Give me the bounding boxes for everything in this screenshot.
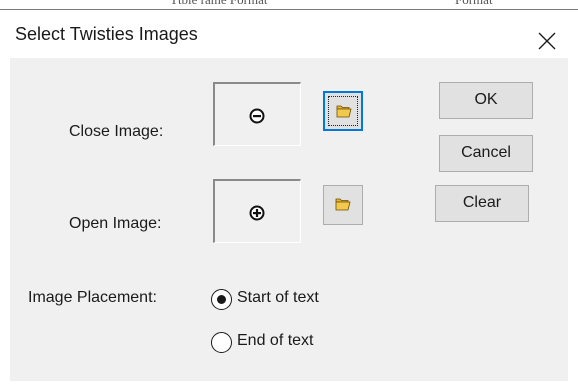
browse-open-image-button[interactable] [323, 185, 363, 225]
radio-selected-dot [216, 294, 226, 304]
dialog-body: Close Image: Open Image: OK Cancel Clear… [10, 58, 568, 381]
open-folder-icon [336, 105, 352, 118]
close-icon[interactable] [536, 30, 558, 52]
circle-plus-icon [249, 205, 265, 221]
circle-minus-icon [249, 108, 265, 124]
open-image-label: Open Image: [69, 215, 162, 232]
ok-button[interactable]: OK [439, 82, 533, 119]
browse-close-image-button[interactable] [323, 91, 363, 131]
close-image-label: Close Image: [69, 123, 164, 140]
dialog-title: Select Twisties Images [15, 24, 198, 44]
end-of-text-label[interactable]: End of text [237, 332, 314, 350]
clear-button[interactable]: Clear [435, 185, 529, 222]
background-text: Format [455, 0, 493, 8]
close-image-preview [213, 82, 301, 146]
image-placement-label: Image Placement: [28, 289, 157, 306]
cancel-button[interactable]: Cancel [439, 135, 533, 172]
background-text: Ttble rame Format [170, 0, 267, 8]
background-window-strip: Ttble rame Format Format [0, 0, 578, 10]
open-folder-icon [335, 198, 351, 211]
radio-end-of-text[interactable] [211, 332, 232, 353]
open-image-preview [213, 179, 301, 243]
start-of-text-label[interactable]: Start of text [237, 289, 319, 307]
dialog-titlebar: Select Twisties Images [0, 10, 578, 56]
radio-start-of-text[interactable] [211, 289, 232, 310]
